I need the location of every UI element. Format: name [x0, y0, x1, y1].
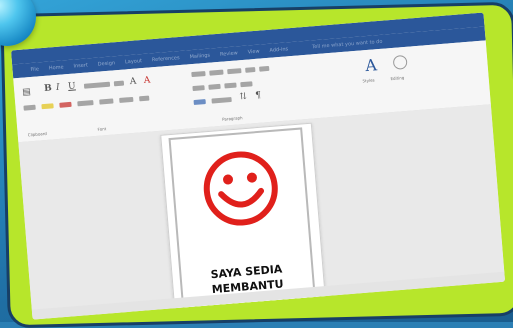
group-label-editing: Editing	[390, 75, 405, 82]
tab-layout[interactable]: Layout	[125, 58, 142, 65]
numbering-icon[interactable]	[209, 69, 224, 76]
tab-view[interactable]: View	[248, 49, 260, 56]
group-label-styles: Styles	[362, 77, 375, 84]
italic-icon[interactable]: I	[56, 83, 60, 93]
justify-icon[interactable]	[240, 81, 253, 88]
shading-icon[interactable]	[193, 99, 206, 106]
tab-insert[interactable]: Insert	[73, 62, 88, 69]
strikethrough-icon[interactable]	[139, 95, 150, 102]
tab-references[interactable]: References	[152, 55, 180, 63]
borders-icon[interactable]	[211, 96, 232, 104]
align-right-icon[interactable]	[224, 82, 237, 89]
group-label-clipboard: Clipboard	[27, 130, 48, 138]
find-icon[interactable]	[392, 54, 408, 70]
font-color-icon[interactable]: A	[143, 75, 150, 85]
superscript-icon[interactable]	[119, 96, 134, 103]
show-formatting-icon[interactable]: ¶	[255, 91, 262, 101]
slide-frame: File Home Insert Design Layout Reference…	[0, 1, 513, 328]
smiley-icon	[203, 151, 278, 226]
align-center-icon[interactable]	[208, 83, 221, 90]
grow-font-icon[interactable]: A	[129, 77, 136, 87]
paste-icon[interactable]: ▤	[22, 87, 31, 98]
underline-icon[interactable]: U	[68, 81, 76, 92]
styles-icon[interactable]: A	[365, 55, 378, 75]
font-size-box[interactable]	[113, 80, 125, 87]
word-window: File Home Insert Design Layout Reference…	[10, 12, 506, 320]
tab-file[interactable]: File	[30, 66, 39, 73]
align-left-icon[interactable]	[192, 85, 205, 92]
increase-indent-icon[interactable]	[259, 65, 270, 72]
tab-home[interactable]: Home	[49, 64, 64, 71]
clear-format-icon[interactable]	[77, 100, 94, 107]
font-name-box[interactable]	[83, 81, 111, 89]
tab-design[interactable]: Design	[98, 60, 116, 67]
subscript-icon[interactable]	[99, 98, 114, 105]
multilevel-list-icon[interactable]	[227, 68, 242, 75]
group-label-font: Font	[97, 126, 107, 132]
text-color-icon[interactable]	[59, 101, 72, 108]
tab-add-ins[interactable]: Add-ins	[269, 46, 288, 53]
tab-review[interactable]: Review	[220, 50, 238, 57]
group-label-paragraph: Paragraph	[221, 115, 243, 122]
bold-icon[interactable]: B	[44, 83, 52, 94]
bullets-icon[interactable]	[191, 71, 206, 78]
sort-icon[interactable]: ⇅	[239, 92, 247, 103]
decrease-indent-icon[interactable]	[245, 66, 256, 73]
format-painter-icon[interactable]	[23, 104, 36, 111]
highlight-icon[interactable]	[41, 103, 54, 110]
sign-card: SAYA SEDIA MEMBANTU	[168, 127, 317, 316]
tab-mailings[interactable]: Mailings	[189, 53, 210, 61]
